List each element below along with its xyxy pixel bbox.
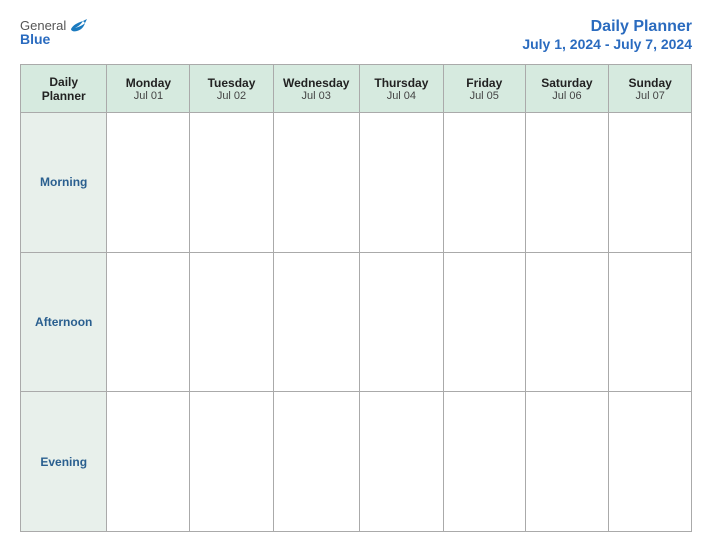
col-date-1: Jul 01 (111, 90, 185, 102)
evening-wednesday[interactable] (273, 392, 359, 532)
col-header-saturday: Saturday Jul 06 (525, 65, 609, 113)
col-name-5: Friday (448, 76, 521, 90)
morning-saturday[interactable] (525, 113, 609, 253)
date-range: July 1, 2024 - July 7, 2024 (522, 36, 692, 52)
col-date-2: Jul 02 (194, 90, 268, 102)
afternoon-row: Afternoon (21, 252, 692, 392)
col-header-friday: Friday Jul 05 (443, 65, 525, 113)
afternoon-wednesday[interactable] (273, 252, 359, 392)
logo-bird-icon (69, 19, 87, 33)
col-name-3: Wednesday (278, 76, 355, 90)
morning-tuesday[interactable] (190, 113, 273, 253)
morning-monday[interactable] (107, 113, 190, 253)
morning-sunday[interactable] (609, 113, 692, 253)
col-label-0b: Planner (25, 89, 102, 103)
col-name-1: Monday (111, 76, 185, 90)
evening-monday[interactable] (107, 392, 190, 532)
afternoon-label: Afternoon (21, 252, 107, 392)
afternoon-friday[interactable] (443, 252, 525, 392)
evening-friday[interactable] (443, 392, 525, 532)
logo-blue-text: Blue (20, 31, 50, 47)
header: General Blue Daily Planner July 1, 2024 … (20, 18, 692, 52)
col-header-thursday: Thursday Jul 04 (359, 65, 443, 113)
col-header-daily-planner: Daily Planner (21, 65, 107, 113)
evening-sunday[interactable] (609, 392, 692, 532)
morning-friday[interactable] (443, 113, 525, 253)
planner-title: Daily Planner (522, 18, 692, 36)
col-name-2: Tuesday (194, 76, 268, 90)
col-name-7: Sunday (613, 76, 687, 90)
col-date-3: Jul 03 (278, 90, 355, 102)
morning-thursday[interactable] (359, 113, 443, 253)
morning-wednesday[interactable] (273, 113, 359, 253)
col-label-0: Daily (25, 75, 102, 89)
title-block: Daily Planner July 1, 2024 - July 7, 202… (522, 18, 692, 52)
planner-table: Daily Planner Monday Jul 01 Tuesday Jul … (20, 64, 692, 532)
col-header-monday: Monday Jul 01 (107, 65, 190, 113)
header-row: Daily Planner Monday Jul 01 Tuesday Jul … (21, 65, 692, 113)
morning-label: Morning (21, 113, 107, 253)
afternoon-thursday[interactable] (359, 252, 443, 392)
evening-label: Evening (21, 392, 107, 532)
afternoon-sunday[interactable] (609, 252, 692, 392)
col-header-tuesday: Tuesday Jul 02 (190, 65, 273, 113)
evening-thursday[interactable] (359, 392, 443, 532)
evening-saturday[interactable] (525, 392, 609, 532)
afternoon-tuesday[interactable] (190, 252, 273, 392)
afternoon-saturday[interactable] (525, 252, 609, 392)
col-name-6: Saturday (530, 76, 605, 90)
afternoon-monday[interactable] (107, 252, 190, 392)
col-date-4: Jul 04 (364, 90, 439, 102)
col-date-6: Jul 06 (530, 90, 605, 102)
evening-row: Evening (21, 392, 692, 532)
page-container: General Blue Daily Planner July 1, 2024 … (0, 0, 712, 550)
col-header-sunday: Sunday Jul 07 (609, 65, 692, 113)
col-date-7: Jul 07 (613, 90, 687, 102)
col-date-5: Jul 05 (448, 90, 521, 102)
evening-tuesday[interactable] (190, 392, 273, 532)
logo: General Blue (20, 18, 87, 47)
col-name-4: Thursday (364, 76, 439, 90)
morning-row: Morning (21, 113, 692, 253)
col-header-wednesday: Wednesday Jul 03 (273, 65, 359, 113)
